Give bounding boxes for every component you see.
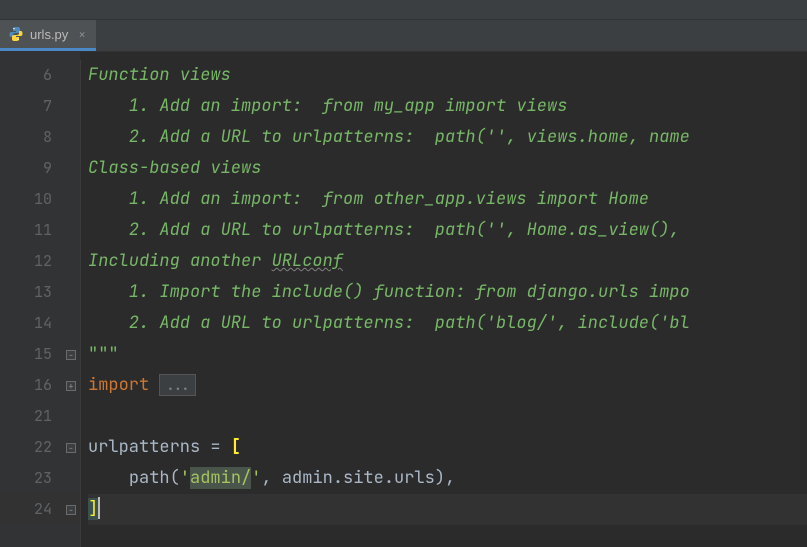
line-number-gutter: 6 7 8 9 10 11 12 13 14 15- 16+ 21 22- 23… [0, 52, 80, 547]
line-number: 6 [0, 60, 80, 91]
tab-filename: urls.py [30, 27, 68, 42]
line-number: 12 [0, 246, 80, 277]
code-line: 2. Add a URL to urlpatterns: path('', Ho… [88, 215, 807, 246]
fold-toggle-icon[interactable]: - [66, 505, 76, 515]
code-line: Including another URLconf [88, 246, 807, 277]
code-line: import ... [88, 370, 807, 401]
line-number: 22- [0, 432, 80, 463]
line-number: 7 [0, 91, 80, 122]
editor-tab-bar: urls.py × [0, 20, 807, 52]
line-number: 21 [0, 401, 80, 432]
code-line-current: ] [88, 494, 807, 525]
code-editor[interactable]: 6 7 8 9 10 11 12 13 14 15- 16+ 21 22- 23… [0, 52, 807, 547]
code-line: 1. Add an import: from other_app.views i… [88, 184, 807, 215]
window-toolbar [0, 0, 807, 20]
folded-code-placeholder[interactable]: ... [159, 374, 196, 396]
line-number: 14 [0, 308, 80, 339]
line-number: 16+ [0, 370, 80, 401]
code-line: 1. Add an import: from my_app import vie… [88, 91, 807, 122]
line-number: 13 [0, 277, 80, 308]
line-number: 8 [0, 122, 80, 153]
code-line: """ [88, 339, 807, 370]
code-line: 2. Add a URL to urlpatterns: path('blog/… [88, 308, 807, 339]
line-number: 11 [0, 215, 80, 246]
code-line: Class-based views [88, 153, 807, 184]
python-file-icon [8, 26, 24, 42]
editor-tab-urls[interactable]: urls.py × [0, 20, 96, 51]
code-line: urlpatterns = [ [88, 432, 807, 463]
code-line [88, 401, 807, 432]
line-number: 9 [0, 153, 80, 184]
text-caret [98, 497, 100, 519]
code-line: 1. Import the include() function: from d… [88, 277, 807, 308]
fold-toggle-icon[interactable]: - [66, 350, 76, 360]
line-number: 15- [0, 339, 80, 370]
fold-toggle-icon[interactable]: - [66, 443, 76, 453]
line-number: 23 [0, 463, 80, 494]
code-line: 2. Add a URL to urlpatterns: path('', vi… [88, 122, 807, 153]
close-icon[interactable]: × [78, 26, 86, 43]
fold-toggle-icon[interactable]: + [66, 381, 76, 391]
line-number: 24- [0, 494, 80, 525]
code-content[interactable]: Function views 1. Add an import: from my… [80, 52, 807, 547]
code-line: path('admin/', admin.site.urls), [88, 463, 807, 494]
line-number: 10 [0, 184, 80, 215]
code-line: Function views [88, 60, 807, 91]
